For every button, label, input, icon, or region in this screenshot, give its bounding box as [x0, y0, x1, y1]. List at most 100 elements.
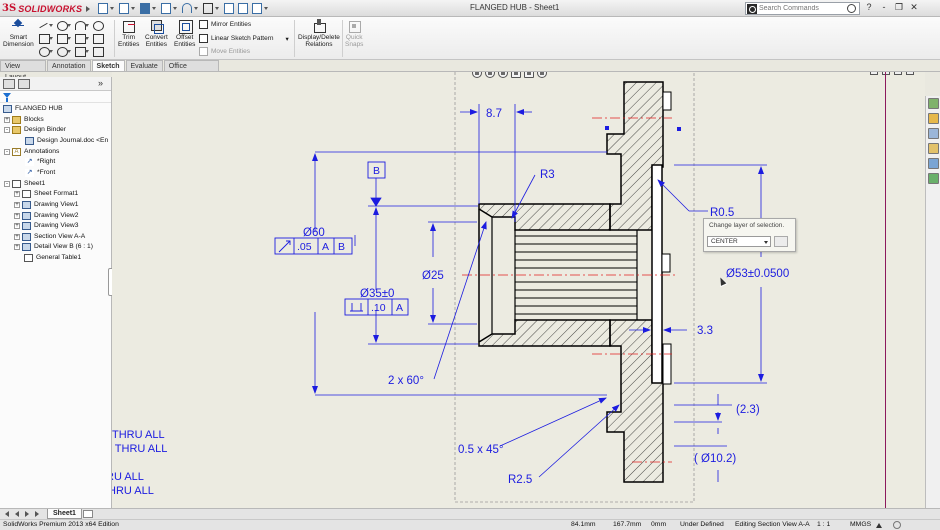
dim-d53[interactable]: Ø53±0.0500	[726, 268, 789, 280]
options-gear-icon[interactable]	[250, 1, 262, 14]
tree-item-detail-view[interactable]: + Detail View B (6 : 1)	[14, 242, 93, 252]
search-commands-input[interactable]	[759, 5, 845, 12]
restore-button[interactable]: ❐	[894, 2, 904, 13]
collapse-icon[interactable]: -	[4, 181, 10, 187]
move-entities-button[interactable]: Move Entities	[199, 47, 250, 56]
ellipse-tool-icon[interactable]	[56, 46, 72, 57]
search-commands-box[interactable]	[745, 2, 860, 15]
linear-sketch-pattern-button[interactable]: Linear Sketch Pattern ▾	[199, 34, 289, 43]
expand-icon[interactable]: +	[14, 223, 20, 229]
rebuild-icon[interactable]	[222, 1, 234, 14]
dim-3-3[interactable]: 3.3	[697, 325, 713, 337]
tab-view-layout[interactable]: View Layout	[0, 60, 47, 81]
centerline-tool-icon[interactable]	[38, 46, 54, 57]
new-dropdown-icon[interactable]	[110, 1, 115, 14]
tree-item-annotations[interactable]: - A Annotations	[4, 147, 59, 157]
tree-item-drawing-view1[interactable]: + Drawing View1	[14, 200, 78, 210]
custom-properties-icon[interactable]	[928, 173, 939, 184]
note-thru-all-1[interactable]: THRU ALL	[112, 429, 165, 441]
dim-d10-2[interactable]: ( Ø10.2)	[694, 453, 736, 465]
expand-icon[interactable]: +	[14, 234, 20, 240]
convert-entities-button[interactable]: Convert Entities	[145, 19, 168, 48]
tree-item-right[interactable]: ↗ *Right	[25, 157, 55, 167]
print-dropdown-icon[interactable]	[173, 1, 178, 14]
circle-tool-icon[interactable]	[56, 20, 72, 31]
dim-r2-5[interactable]: R2.5	[508, 474, 532, 486]
dim-d25[interactable]: Ø25	[422, 270, 444, 282]
line-tool-icon[interactable]	[38, 20, 54, 30]
view-palette-icon[interactable]	[928, 143, 939, 154]
expand-chevron-icon[interactable]: »	[98, 78, 103, 88]
tree-item-front[interactable]: ↗ *Front	[25, 168, 55, 178]
filter-icon[interactable]	[3, 93, 11, 102]
file-explorer-icon[interactable]	[928, 128, 939, 139]
note-thru-all-2[interactable]: C THRU ALL	[112, 443, 167, 455]
tree-item-sheet1[interactable]: - Sheet1	[4, 179, 45, 189]
select-arrow-icon[interactable]	[201, 1, 213, 14]
tab-annotation[interactable]: Annotation	[47, 60, 91, 71]
dim-2x60[interactable]: 2 x 60°	[388, 375, 424, 387]
note-thru-all-3[interactable]: RU ALL	[112, 471, 144, 483]
expand-icon[interactable]: +	[14, 213, 20, 219]
open-dropdown-icon[interactable]	[131, 1, 136, 14]
note-thru-all-4[interactable]: HRU ALL	[112, 485, 154, 497]
drawing-graphics-area[interactable]: 8.7 R3 R0.5 Ø60 Ø25 Ø35±0 Ø53±0.0500 3.3…	[112, 72, 925, 508]
tree-item-design-binder[interactable]: - Design Binder	[4, 125, 66, 135]
solidworks-logo[interactable]: 3S SOLIDWORKS	[2, 2, 91, 15]
sheet1-tab[interactable]: Sheet1	[47, 509, 82, 519]
minimize-button[interactable]: -	[879, 2, 889, 13]
solidworks-resources-icon[interactable]	[928, 98, 939, 109]
tree-item-general-table[interactable]: General Table1	[24, 253, 81, 263]
dim-2-3[interactable]: (2.3)	[736, 404, 760, 416]
feature-manager-tab-icon[interactable]	[3, 79, 15, 89]
datum-feature-b[interactable]: B	[367, 161, 386, 179]
save-icon[interactable]	[138, 1, 150, 14]
save-dropdown-icon[interactable]	[152, 1, 157, 14]
sketch-point[interactable]	[677, 127, 681, 131]
dim-d60[interactable]: Ø60	[303, 227, 325, 239]
slot-tool-icon[interactable]	[56, 33, 72, 44]
layer-properties-icon[interactable]	[774, 236, 788, 247]
file-properties-icon[interactable]	[236, 1, 248, 14]
tree-item-sheet-format1[interactable]: + Sheet Format1	[14, 189, 78, 199]
section-view-drawing[interactable]: 8.7 R3 R0.5 Ø60 Ø25 Ø35±0 Ø53±0.0500 3.3…	[112, 72, 925, 508]
pattern-dropdown-icon[interactable]: ▾	[286, 35, 289, 43]
print-icon[interactable]	[159, 1, 171, 14]
status-units[interactable]: MMGS	[850, 520, 871, 530]
layer-dropdown[interactable]: CENTER	[707, 236, 771, 247]
dim-r3[interactable]: R3	[540, 169, 555, 181]
add-sheet-icon[interactable]	[83, 510, 93, 518]
tree-item-design-journal[interactable]: Design Journal.doc <En	[25, 136, 108, 146]
fillet-tool-icon[interactable]	[74, 46, 90, 57]
tree-item-drawing-view2[interactable]: + Drawing View2	[14, 211, 78, 221]
help-icon[interactable]	[893, 521, 901, 529]
select-dropdown-icon[interactable]	[215, 1, 220, 14]
plane-tool-icon[interactable]	[92, 46, 108, 57]
first-sheet-icon[interactable]	[3, 511, 11, 518]
design-library-icon[interactable]	[928, 113, 939, 124]
rectangle-tool-icon[interactable]	[38, 33, 54, 44]
undo-icon[interactable]	[180, 1, 192, 14]
open-folder-icon[interactable]	[117, 1, 129, 14]
previous-sheet-icon[interactable]	[13, 511, 21, 518]
tab-office-products[interactable]: Office Products	[163, 60, 219, 81]
collapse-icon[interactable]: -	[4, 149, 10, 155]
offset-entities-button[interactable]: Offset Entities	[174, 19, 195, 48]
expand-icon[interactable]: +	[14, 244, 20, 250]
point-tool-icon[interactable]	[92, 20, 108, 31]
tree-item-flanged-hub[interactable]: FLANGED HUB	[3, 104, 63, 114]
display-delete-relations-button[interactable]: Display/Delete Relations	[298, 19, 340, 48]
last-sheet-icon[interactable]	[33, 511, 41, 518]
expand-icon[interactable]: +	[14, 202, 20, 208]
mirror-entities-button[interactable]: Mirror Entities	[199, 20, 251, 29]
collapse-icon[interactable]: -	[4, 127, 10, 133]
trim-entities-button[interactable]: Trim Entities	[118, 19, 139, 48]
property-manager-tab-icon[interactable]	[18, 79, 30, 89]
tree-item-section-view[interactable]: + Section View A-A	[14, 232, 85, 242]
undo-dropdown-icon[interactable]	[194, 1, 199, 14]
dim-8-7[interactable]: 8.7	[486, 108, 502, 120]
expand-icon[interactable]: +	[4, 117, 10, 123]
options-dropdown-icon[interactable]	[264, 1, 269, 14]
dim-d35[interactable]: Ø35±0	[360, 288, 394, 300]
sketch-point[interactable]	[605, 126, 609, 130]
